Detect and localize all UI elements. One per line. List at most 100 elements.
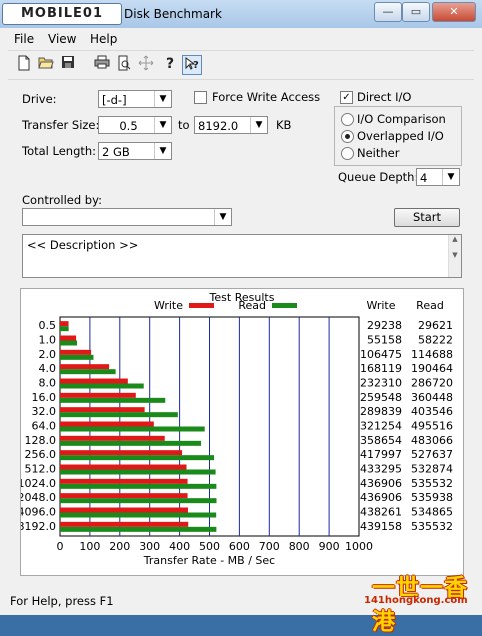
write-value: 436906 [360,491,402,504]
read-value: 483066 [411,434,453,447]
y-tick-label: 8.0 [39,377,57,390]
x-tick-label: 900 [319,540,340,553]
direct-io-label: Direct I/O [357,90,412,104]
y-tick-label: 1.0 [39,334,57,347]
write-value: 438261 [360,506,402,519]
window-title: Disk Benchmark [124,7,222,21]
write-value: 289839 [360,405,402,418]
io-comparison-label: I/O Comparison [357,112,446,126]
start-button[interactable]: Start [394,208,460,227]
x-tick-label: 200 [109,540,130,553]
write-value: 358654 [360,434,402,447]
status-text: For Help, press F1 [10,594,114,608]
y-tick-label: 16.0 [32,391,57,404]
help-icon[interactable]: ? [160,55,180,75]
write-value: 55158 [367,334,402,347]
chevron-down-icon: ▼ [442,169,459,185]
save-icon[interactable] [58,55,78,75]
write-bar [60,349,92,355]
read-value: 535532 [411,477,453,490]
write-column-header: Write [366,299,395,312]
read-value: 190464 [411,362,453,375]
write-bar [60,464,187,470]
neither-label: Neither [357,146,400,160]
x-tick-label: 500 [199,540,220,553]
write-value: 232310 [360,377,402,390]
force-write-label: Force Write Access [212,90,321,104]
read-bar [60,469,216,475]
menu-view[interactable]: View [48,32,76,46]
context-help-icon[interactable]: ? [182,55,202,75]
queue-depth-select[interactable]: 4 ▼ [416,168,460,186]
print-icon[interactable] [92,55,112,75]
write-value: 29238 [367,319,402,332]
force-write-checkbox[interactable] [194,91,207,104]
new-icon[interactable] [14,55,34,75]
legend-read-swatch [272,303,297,308]
open-icon[interactable] [36,55,56,75]
controlled-by-label: Controlled by: [22,193,102,207]
y-tick-label: 4096.0 [21,506,56,519]
direct-io-checkbox[interactable]: ✓ [340,91,353,104]
write-value: 439158 [360,520,402,533]
queue-depth-value: 4 [420,171,428,185]
drive-value: [-d-] [102,93,127,107]
print-preview-icon[interactable] [114,55,134,75]
read-value: 532874 [411,463,453,476]
y-tick-label: 8192.0 [21,520,56,533]
minimize-button[interactable]: — [374,2,402,22]
radio-overlapped-io[interactable] [341,130,354,143]
menu-help[interactable]: Help [90,32,117,46]
write-bar [60,321,69,327]
test-results-panel: Test Results Write Read Write Read 0 100 200 300… [18,288,464,576]
write-bar [60,450,183,456]
read-bar [60,354,94,360]
legend-write-label: Write [154,299,183,312]
read-bar [60,512,217,518]
read-value: 29621 [418,319,453,332]
write-value: 321254 [360,420,402,433]
write-bar [60,407,145,413]
svg-text:?: ? [166,56,174,71]
y-tick-label: 1024.0 [21,477,56,490]
description-scrollbar[interactable]: ▲ ▼ [448,235,461,277]
total-length-value: 2 GB [102,145,130,159]
mobile01-logo: MOBILE01 [2,3,122,25]
close-button[interactable]: ✕ [432,2,476,22]
chevron-down-icon: ▼ [154,117,171,133]
drive-select[interactable]: [-d-] ▼ [98,90,172,108]
total-length-label: Total Length: [22,144,97,158]
legend-write-swatch [189,303,214,308]
x-tick-label: 800 [289,540,310,553]
move-icon[interactable] [136,55,156,75]
total-length-select[interactable]: 2 GB ▼ [98,142,172,160]
read-bar [60,526,217,532]
x-axis-label: Transfer Rate - MB / Sec [143,554,275,567]
x-tick-label: 300 [139,540,160,553]
legend-read-label: Read [238,299,266,312]
transfer-to-select[interactable]: 8192.0 ▼ [194,116,268,134]
title-bar[interactable]: MOBILE01 Disk Benchmark — ▭ ✕ [0,0,482,28]
x-tick-label: 700 [259,540,280,553]
radio-neither[interactable] [341,147,354,160]
radio-io-comparison[interactable] [341,113,354,126]
benchmark-form: Drive: [-d-] ▼ Force Write Access ✓ Dire… [8,80,474,588]
controlled-by-select[interactable]: ▼ [22,208,232,226]
read-value: 495516 [411,420,453,433]
description-box[interactable]: << Description >> ▲ ▼ [22,234,462,278]
maximize-button[interactable]: ▭ [402,2,430,22]
toolbar: ? ? [8,50,474,80]
read-bar [60,369,116,375]
write-bar [60,335,77,341]
menu-bar: File View Help [8,30,476,48]
svg-text:?: ? [193,60,199,71]
write-value: 106475 [360,348,402,361]
menu-file[interactable]: File [14,32,34,46]
write-bar [60,364,110,370]
write-bar [60,378,128,384]
read-value: 360448 [411,391,453,404]
transfer-from-select[interactable]: 0.5 ▼ [98,116,172,134]
read-value: 58222 [418,334,453,347]
y-tick-label: 2048.0 [21,491,56,504]
read-value: 535532 [411,520,453,533]
